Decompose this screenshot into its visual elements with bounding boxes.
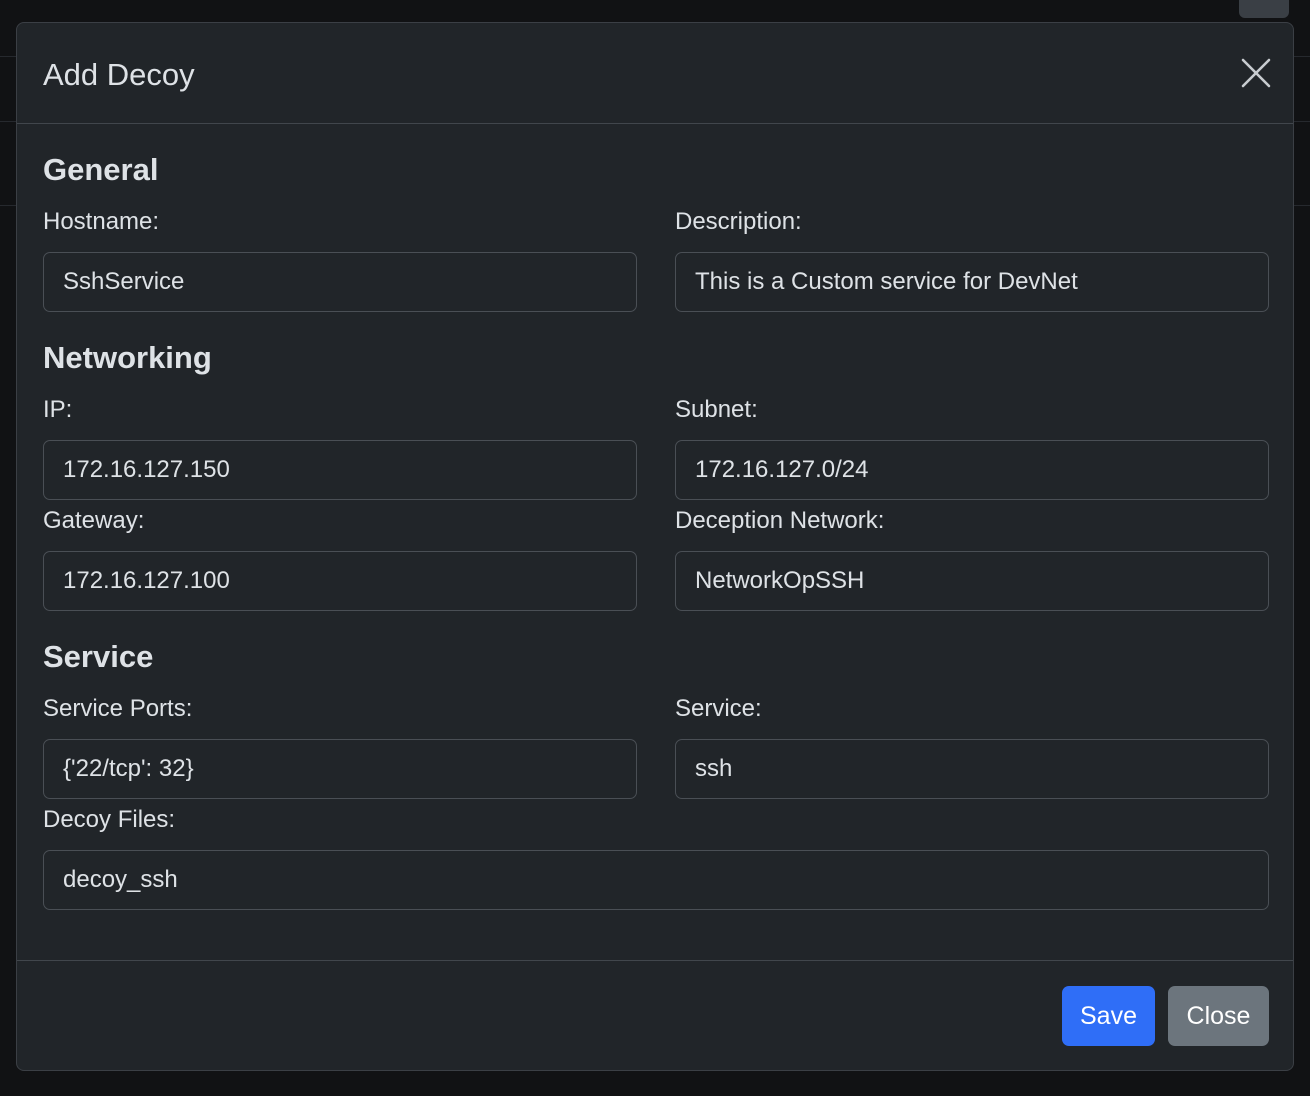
description-label: Description: <box>675 208 802 235</box>
ip-label: IP: <box>43 396 73 423</box>
deception-network-label: Deception Network: <box>675 507 885 534</box>
section-title-general: General <box>43 152 159 187</box>
hostname-label: Hostname: <box>43 208 160 235</box>
close-icon[interactable] <box>1239 56 1273 90</box>
modal-title: Add Decoy <box>43 57 195 92</box>
decoy-files-input[interactable] <box>43 850 1269 910</box>
gateway-input[interactable] <box>43 551 637 611</box>
modal-footer: Save Close <box>17 960 1293 1071</box>
background-button <box>1239 0 1289 18</box>
modal-header: Add Decoy <box>17 23 1293 124</box>
close-button[interactable]: Close <box>1168 986 1269 1046</box>
gateway-label: Gateway: <box>43 507 145 534</box>
service-ports-input[interactable] <box>43 739 637 799</box>
section-title-networking: Networking <box>43 340 212 375</box>
service-ports-label: Service Ports: <box>43 695 193 722</box>
section-title-service: Service <box>43 639 154 674</box>
ip-input[interactable] <box>43 440 637 500</box>
service-label: Service: <box>675 695 762 722</box>
deception-network-input[interactable] <box>675 551 1269 611</box>
add-decoy-modal: Add Decoy General Hostname: Description:… <box>16 22 1294 1071</box>
subnet-input[interactable] <box>675 440 1269 500</box>
service-input[interactable] <box>675 739 1269 799</box>
save-button[interactable]: Save <box>1062 986 1155 1046</box>
decoy-files-label: Decoy Files: <box>43 806 176 833</box>
subnet-label: Subnet: <box>675 396 758 423</box>
description-input[interactable] <box>675 252 1269 312</box>
hostname-input[interactable] <box>43 252 637 312</box>
